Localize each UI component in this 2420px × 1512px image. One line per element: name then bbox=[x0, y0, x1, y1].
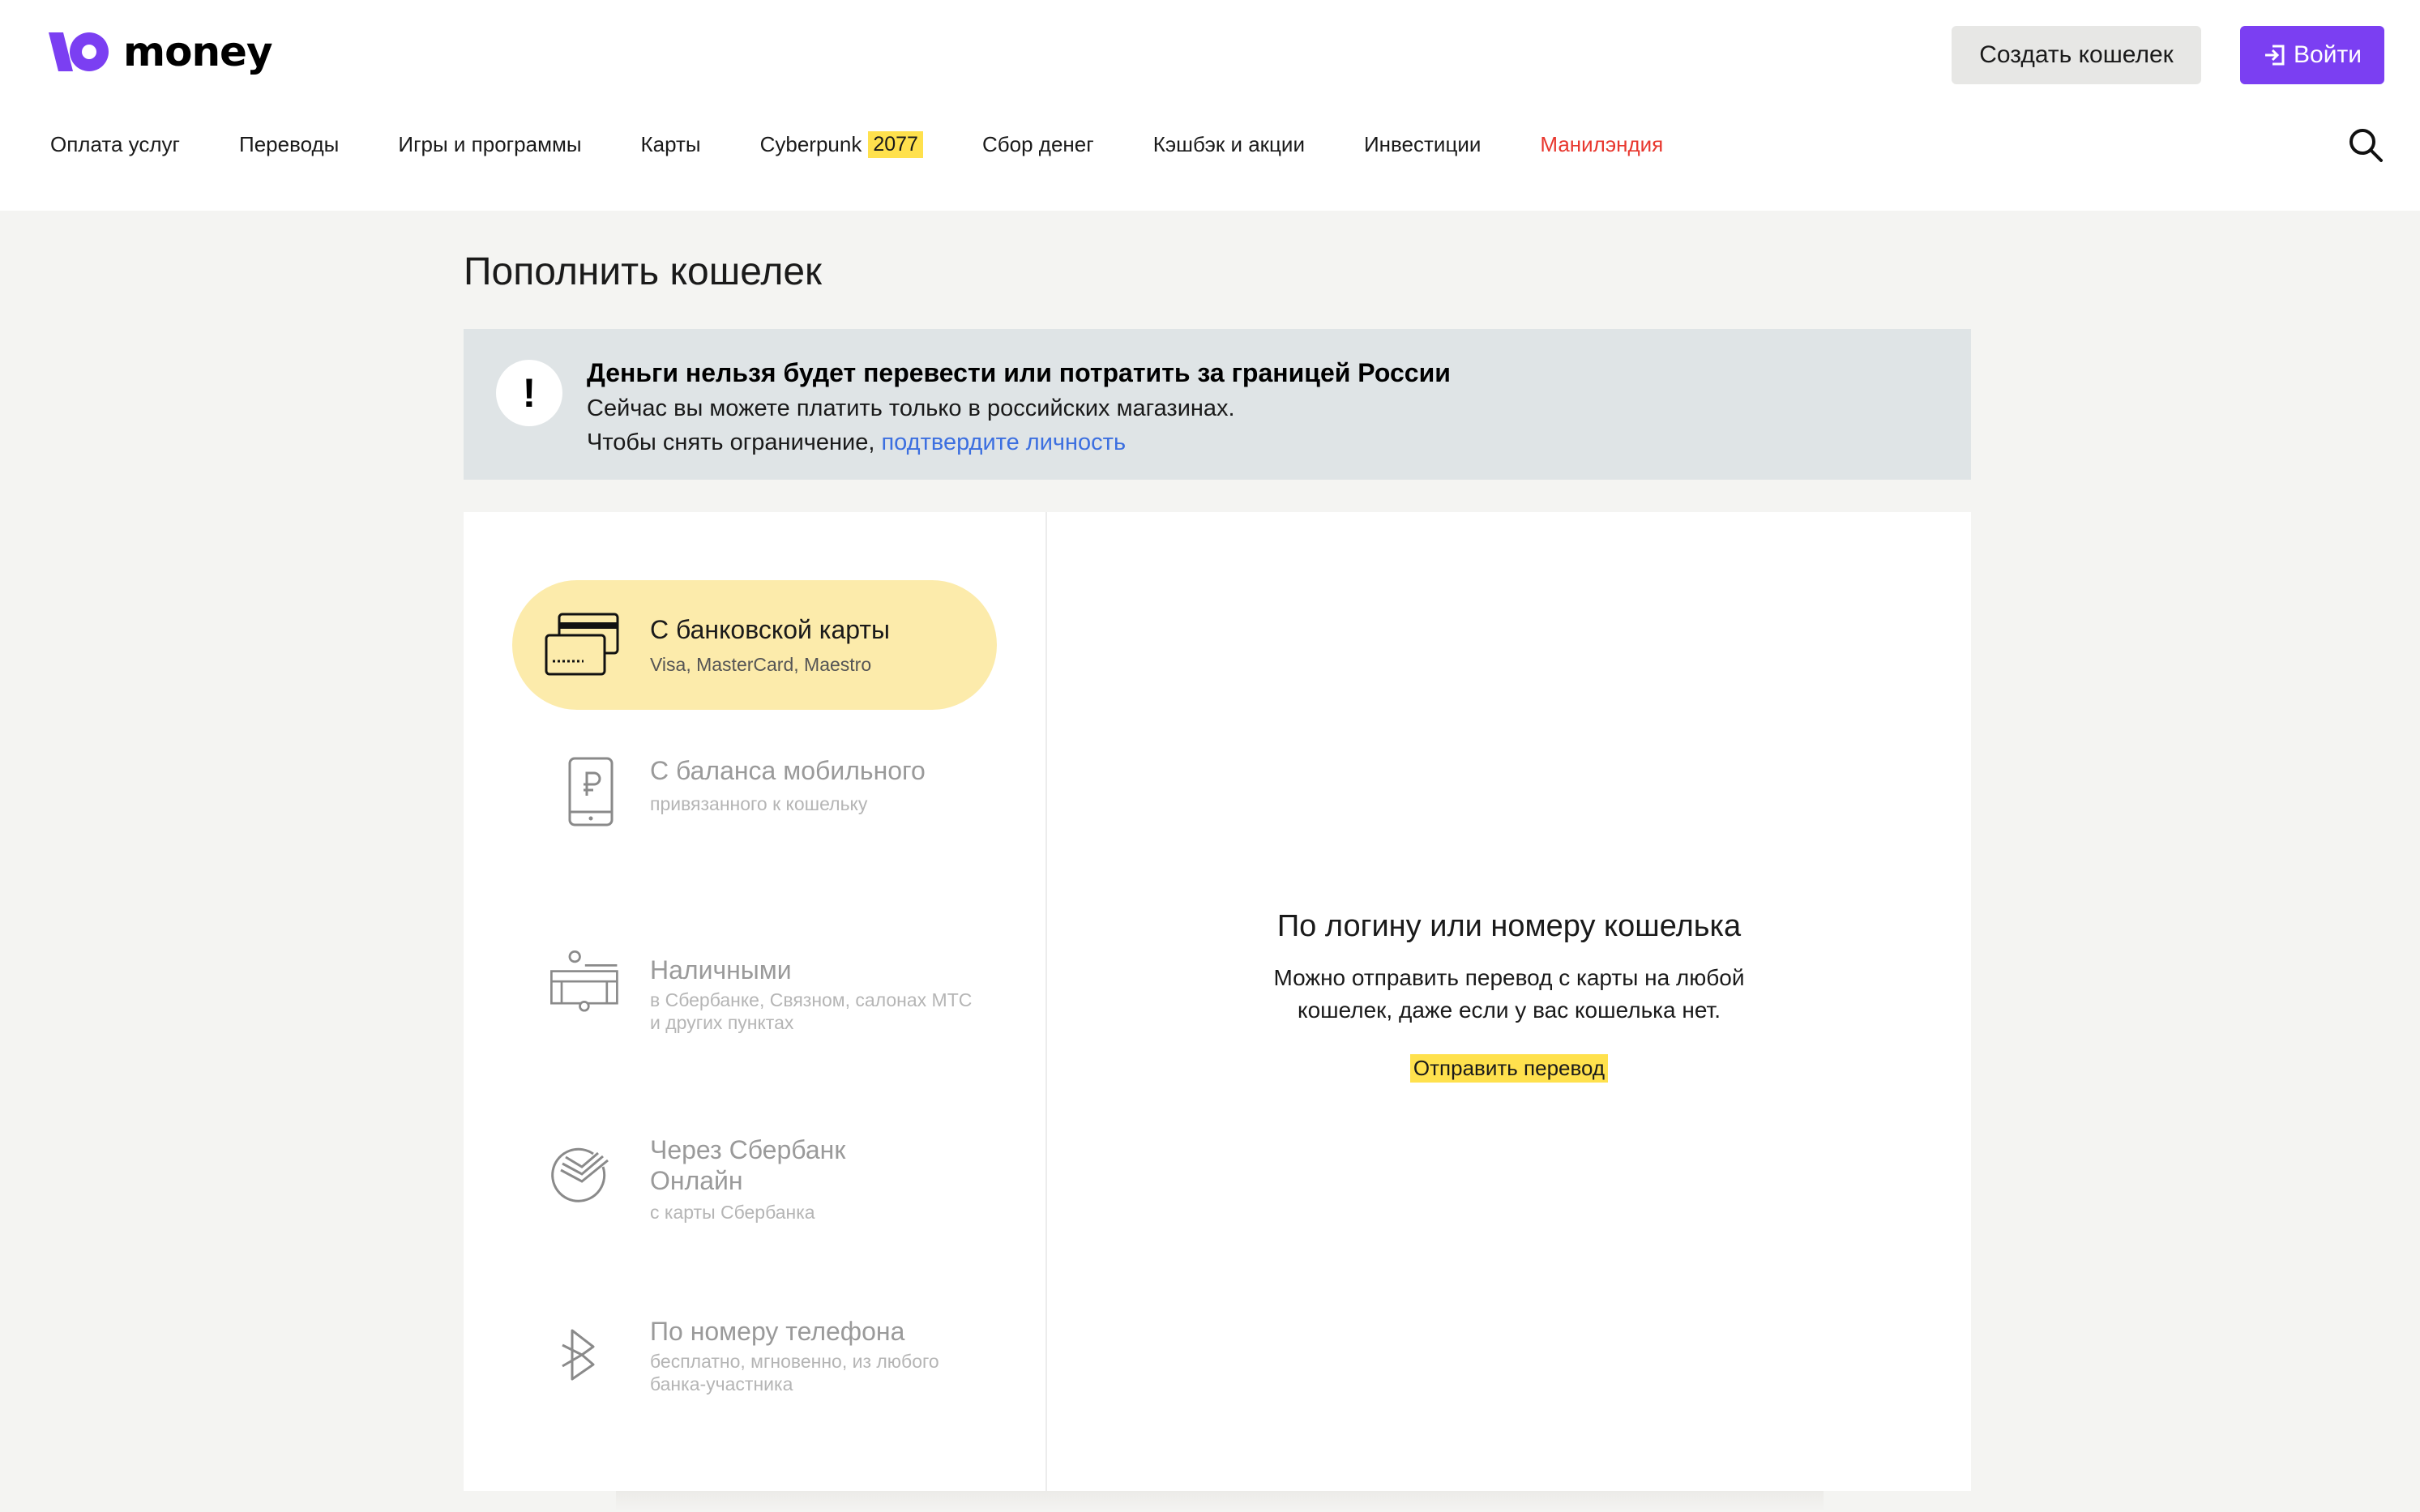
method-subtitle: привязанного к кошельку bbox=[650, 793, 868, 814]
transfer-info: По логину или номеру кошелька Можно отпр… bbox=[1047, 909, 1971, 1083]
header: money Создать кошелек Войти Оплата услуг… bbox=[0, 0, 2420, 211]
cash-terminal-icon bbox=[550, 950, 618, 1012]
alert-text: Сейчас вы можете платить только в россий… bbox=[587, 395, 1235, 421]
verify-identity-link[interactable]: подтвердите личность bbox=[881, 429, 1126, 455]
restriction-alert: ! Деньги нельзя будет перевести или потр… bbox=[464, 329, 1971, 480]
search-icon[interactable] bbox=[2347, 126, 2384, 164]
login-icon bbox=[2265, 45, 2285, 66]
nav-item-transfers[interactable]: Переводы bbox=[239, 132, 339, 157]
method-title: По номеру телефона bbox=[650, 1317, 905, 1346]
sbp-icon bbox=[562, 1329, 595, 1381]
method-title: Наличными bbox=[650, 955, 792, 985]
nav-item-investments[interactable]: Инвестиции bbox=[1364, 132, 1481, 157]
nav-item-games[interactable]: Игры и программы bbox=[398, 132, 581, 157]
login-label: Войти bbox=[2294, 41, 2362, 68]
method-title: С баланса мобильного bbox=[650, 756, 926, 785]
page-title: Пополнить кошелек bbox=[464, 250, 823, 293]
method-title: С банковской карты bbox=[650, 615, 891, 644]
create-wallet-button[interactable]: Создать кошелек bbox=[1952, 26, 2201, 84]
nav-badge-2077: 2077 bbox=[868, 130, 923, 158]
nav-item-payments[interactable]: Оплата услуг bbox=[50, 132, 180, 157]
method-title: Через Сбербанк Онлайн bbox=[650, 1135, 846, 1196]
nav-item-cyberpunk-label: Cyberpunk bbox=[759, 131, 862, 156]
mobile-ruble-icon bbox=[568, 757, 614, 826]
transfer-title: По логину или номеру кошелька bbox=[1276, 909, 1742, 943]
nav-item-moneyland[interactable]: Манилэндия bbox=[1540, 132, 1663, 157]
method-cash[interactable]: Наличными в Сбербанке, Связном, салонах … bbox=[512, 950, 997, 1060]
nav-item-cards[interactable]: Карты bbox=[641, 132, 701, 157]
method-subtitle: в Сбербанке, Связном, салонах МТС и друг… bbox=[650, 989, 973, 1034]
exclamation-icon: ! bbox=[496, 360, 562, 426]
logo-icon bbox=[49, 32, 109, 71]
nav-item-cyberpunk[interactable]: Cyberpunk 2077 bbox=[759, 130, 923, 158]
alert-text-prefix: Чтобы снять ограничение, bbox=[587, 429, 882, 455]
nav-item-cashback[interactable]: Кэшбэк и акции bbox=[1153, 132, 1305, 157]
method-subtitle: Visa, MasterCard, Maestro bbox=[650, 654, 872, 675]
method-bank-card[interactable]: С банковской карты Visa, MasterCard, Mae… bbox=[512, 580, 997, 710]
send-transfer-link[interactable]: Отправить перевод bbox=[1409, 1054, 1609, 1083]
method-subtitle: бесплатно, мгновенно, из любого банка-уч… bbox=[650, 1351, 939, 1395]
method-phone-number[interactable]: По номеру телефона бесплатно, мгновенно,… bbox=[512, 1316, 997, 1421]
nav-item-fundraising[interactable]: Сбор денег bbox=[982, 132, 1094, 157]
method-subtitle: с карты Сбербанка bbox=[650, 1202, 815, 1223]
sberbank-icon bbox=[551, 1147, 609, 1202]
method-mobile-balance[interactable]: С баланса мобильного привязанного к коше… bbox=[512, 755, 997, 852]
topup-panel: С банковской карты Visa, MasterCard, Mae… bbox=[464, 512, 1971, 1491]
login-button[interactable]: Войти bbox=[2240, 26, 2384, 84]
alert-title: Деньги нельзя будет перевести или потрат… bbox=[587, 358, 1451, 387]
alert-text-verify: Чтобы снять ограничение, подтвердите лич… bbox=[587, 429, 1126, 456]
bank-card-icon bbox=[545, 613, 619, 676]
transfer-description: Можно отправить перевод с карты на любой… bbox=[1273, 965, 1745, 1023]
method-sberbank-online[interactable]: Через Сбербанк Онлайн с карты Сбербанка bbox=[512, 1134, 997, 1240]
bottom-shadow bbox=[616, 1491, 1824, 1512]
main-nav: Оплата услуг Переводы Игры и программы К… bbox=[50, 128, 1663, 160]
logo[interactable]: money bbox=[49, 24, 273, 79]
logo-text: money bbox=[123, 28, 273, 75]
